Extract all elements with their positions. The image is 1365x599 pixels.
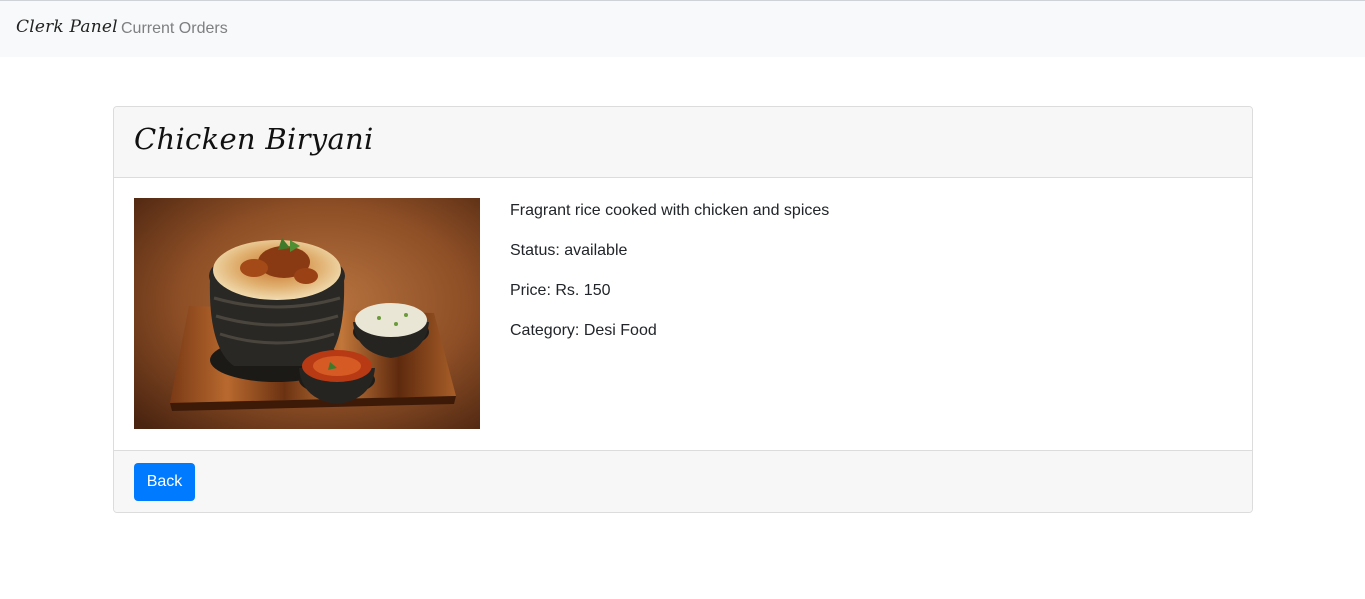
- navbar-brand[interactable]: Clerk Panel: [16, 17, 118, 37]
- food-image: [134, 198, 480, 429]
- food-item-category: Category: Desi Food: [510, 322, 657, 339]
- nav-link-current-orders[interactable]: Current Orders: [121, 20, 228, 38]
- food-item-title: Chicken Biryani: [134, 122, 374, 156]
- food-item-card: Chicken Biryani Fragrant rice cooked wit…: [113, 106, 1253, 513]
- card-body: Fragrant rice cooked with chicken and sp…: [114, 178, 1252, 450]
- top-navbar: Clerk Panel Current Orders: [0, 0, 1365, 57]
- food-item-price: Price: Rs. 150: [510, 282, 611, 299]
- food-item-details: Fragrant rice cooked with chicken and sp…: [510, 200, 829, 360]
- card-header: Chicken Biryani: [114, 107, 1252, 178]
- card-footer: Back: [114, 450, 1252, 512]
- back-button[interactable]: Back: [134, 463, 195, 501]
- food-item-status: Status: available: [510, 242, 628, 259]
- food-item-description: Fragrant rice cooked with chicken and sp…: [510, 202, 830, 219]
